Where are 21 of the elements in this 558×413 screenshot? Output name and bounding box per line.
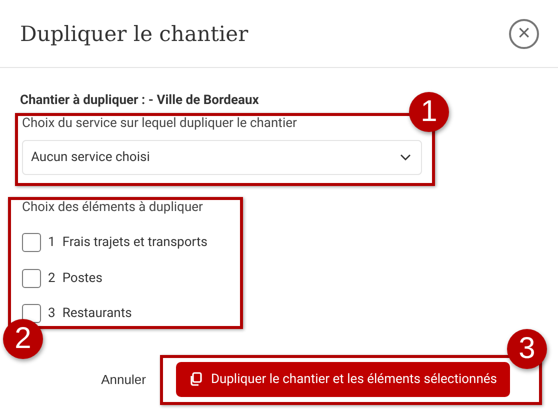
- step-badge: 3: [507, 329, 547, 369]
- source-label: Chantier à dupliquer : - Ville de Bordeaux: [20, 93, 260, 108]
- cancel-button[interactable]: Annuler: [101, 372, 146, 386]
- checkbox[interactable]: [22, 268, 41, 288]
- copy-icon: [188, 372, 202, 386]
- step-badge: 2: [3, 319, 43, 359]
- service-select[interactable]: Aucun service choisi: [22, 140, 422, 175]
- dialog-title: Dupliquer le chantier: [20, 22, 248, 46]
- field-label: Choix des éléments à dupliquer: [21, 200, 204, 215]
- checkbox[interactable]: [22, 233, 41, 252]
- step-badge: 1: [409, 92, 449, 132]
- item-number: 3: [48, 306, 56, 322]
- close-button[interactable]: ×: [509, 18, 539, 48]
- field-label: Choix du service sur lequel dupliquer le chantier: [21, 116, 298, 131]
- item-number: 2: [48, 270, 56, 286]
- item-number: 1: [48, 235, 56, 250]
- checkbox-label: Frais trajets et transports: [62, 235, 208, 250]
- duplicate-button[interactable]: Dupliquer le chantier et les éléments sélectionnés: [176, 362, 510, 396]
- checkbox-label: Postes: [62, 270, 102, 286]
- chevron-icon: [400, 154, 411, 161]
- checkbox-label: Restaurants: [62, 306, 132, 322]
